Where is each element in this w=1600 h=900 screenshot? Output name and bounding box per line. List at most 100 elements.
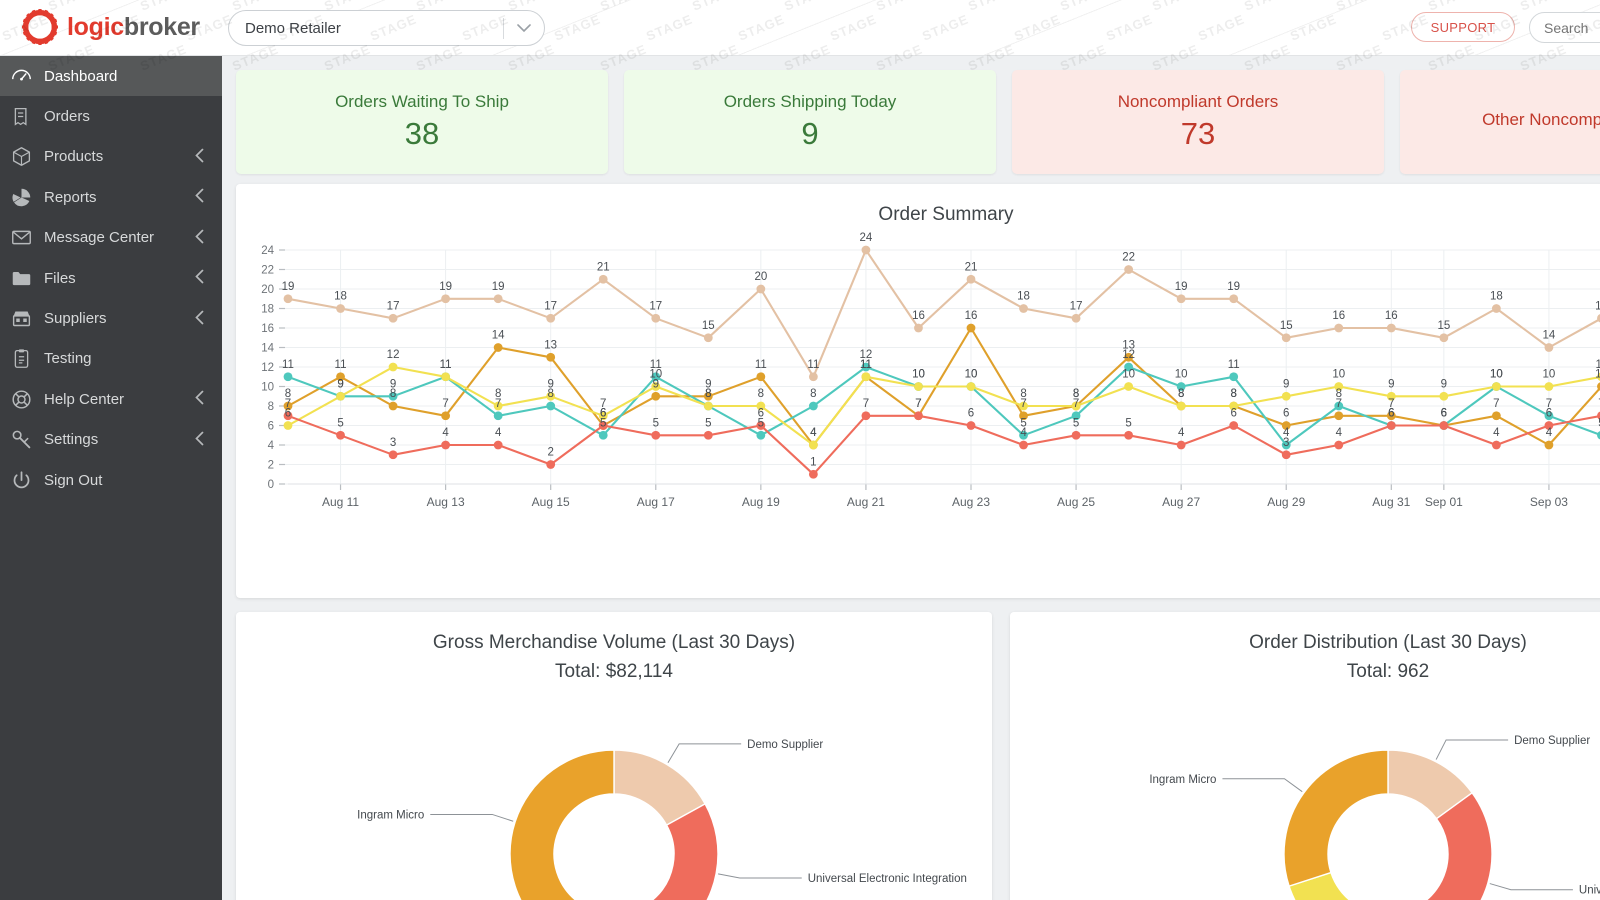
- svg-text:15: 15: [1437, 320, 1450, 332]
- kpi-card[interactable]: Noncompliant Orders 73: [1012, 70, 1384, 174]
- receipt-icon: [11, 107, 39, 127]
- svg-text:5: 5: [653, 417, 659, 429]
- svg-text:8: 8: [1073, 388, 1079, 400]
- order-distribution-title: Order Distribution (Last 30 Days): [1249, 632, 1527, 653]
- svg-text:Sep 01: Sep 01: [1425, 495, 1463, 509]
- kpi-card[interactable]: Other Noncompliant Orders: [1400, 70, 1600, 174]
- order-distribution-panel: Order Distribution (Last 30 Days) Total:…: [1010, 612, 1600, 900]
- svg-text:Aug 13: Aug 13: [427, 495, 465, 509]
- svg-text:9: 9: [1283, 378, 1289, 390]
- svg-text:1: 1: [810, 456, 816, 468]
- sidebar-item-orders[interactable]: Orders: [0, 96, 222, 136]
- svg-text:6: 6: [758, 408, 764, 420]
- kpi-card[interactable]: Orders Shipping Today 9: [624, 70, 996, 174]
- svg-text:8: 8: [495, 388, 501, 400]
- sidebar-item-suppliers[interactable]: Suppliers: [0, 298, 222, 338]
- svg-text:12: 12: [261, 362, 274, 374]
- store-icon: [11, 309, 39, 329]
- stage-watermark-text: STAGE: [598, 0, 649, 14]
- svg-text:Aug 31: Aug 31: [1372, 495, 1410, 509]
- svg-text:9: 9: [1388, 378, 1394, 390]
- sidebar-item-label: Settings: [44, 431, 99, 449]
- svg-text:4: 4: [442, 427, 449, 439]
- chevron-left-icon[interactable]: [195, 229, 204, 246]
- stage-watermark-text: STAGE: [919, 11, 971, 44]
- chevron-left-icon[interactable]: [195, 148, 204, 165]
- svg-text:7: 7: [285, 398, 291, 410]
- svg-text:8: 8: [810, 388, 816, 400]
- donut-slice-label: Ingram Micro: [1149, 774, 1216, 786]
- order-distribution-subtitle: Total: 962: [1346, 661, 1430, 682]
- svg-text:7: 7: [915, 398, 921, 410]
- piechart-icon: [11, 187, 39, 207]
- svg-text:10: 10: [1490, 369, 1503, 381]
- stage-watermark-text: STAGE: [1287, 11, 1339, 44]
- kpi-card[interactable]: Orders Waiting To Ship 38: [236, 70, 608, 174]
- sidebar-item-files[interactable]: Files: [0, 258, 222, 298]
- svg-text:4: 4: [1546, 427, 1553, 439]
- svg-text:4: 4: [1493, 427, 1500, 439]
- sidebar-item-reports[interactable]: Reports: [0, 177, 222, 217]
- chevron-left-icon[interactable]: [195, 390, 204, 408]
- sidebar-item-label: Sign Out: [44, 471, 103, 489]
- stage-watermark-text: STAGE: [643, 11, 695, 44]
- svg-text:6: 6: [268, 421, 274, 433]
- svg-text:14: 14: [492, 330, 505, 342]
- svg-text:19: 19: [1227, 281, 1240, 293]
- svg-text:10: 10: [912, 369, 925, 381]
- donut-slice: [1283, 749, 1389, 888]
- svg-text:5: 5: [705, 417, 711, 429]
- sidebar: Dashboard Orders Products Reports Message Ce…: [0, 56, 222, 900]
- svg-text:22: 22: [261, 265, 274, 277]
- svg-text:6: 6: [1546, 408, 1552, 420]
- svg-text:11: 11: [755, 359, 767, 371]
- svg-text:12: 12: [387, 349, 400, 361]
- svg-text:12: 12: [1122, 349, 1135, 361]
- svg-text:6: 6: [1388, 408, 1394, 420]
- donut-slice-label: Ingram Micro: [357, 809, 424, 821]
- svg-text:11: 11: [1595, 359, 1600, 371]
- stage-watermark-text: STAGE: [827, 11, 879, 44]
- svg-text:4: 4: [810, 427, 817, 439]
- svg-text:Aug 27: Aug 27: [1162, 495, 1200, 509]
- svg-text:8: 8: [1336, 388, 1342, 400]
- svg-text:17: 17: [1595, 300, 1600, 312]
- svg-text:24: 24: [860, 232, 873, 244]
- svg-text:20: 20: [261, 284, 274, 296]
- svg-text:17: 17: [649, 300, 662, 312]
- envelope-icon: [11, 228, 39, 248]
- sidebar-item-label: Testing: [44, 350, 92, 368]
- sidebar-item-sign-out[interactable]: Sign Out: [0, 460, 222, 500]
- sidebar-item-message-center[interactable]: Message Center: [0, 218, 222, 258]
- chevron-left-icon[interactable]: [195, 310, 204, 327]
- svg-text:21: 21: [965, 261, 978, 273]
- svg-text:0: 0: [268, 479, 274, 491]
- svg-text:10: 10: [1122, 369, 1135, 381]
- sidebar-item-dashboard[interactable]: Dashboard: [0, 56, 222, 97]
- sidebar-item-help-center[interactable]: Help Center: [0, 379, 222, 419]
- svg-text:10: 10: [261, 382, 274, 394]
- svg-text:10: 10: [649, 369, 662, 381]
- svg-text:Aug 29: Aug 29: [1267, 495, 1305, 509]
- chevron-left-icon[interactable]: [195, 189, 204, 206]
- svg-text:17: 17: [544, 300, 557, 312]
- sidebar-item-products[interactable]: Products: [0, 137, 222, 177]
- svg-text:16: 16: [965, 310, 978, 322]
- chevron-left-icon[interactable]: [195, 269, 204, 287]
- svg-text:Aug 21: Aug 21: [847, 495, 885, 509]
- svg-text:9: 9: [547, 378, 553, 390]
- stage-watermark-text: STAGE: [782, 0, 833, 14]
- svg-text:5: 5: [1125, 417, 1131, 429]
- svg-text:11: 11: [335, 359, 347, 371]
- sidebar-item-testing[interactable]: Testing: [0, 339, 222, 379]
- svg-text:15: 15: [1280, 320, 1293, 332]
- svg-text:18: 18: [334, 291, 347, 303]
- sidebar-item-label: Message Center: [44, 229, 155, 247]
- stage-watermark-text: STAGE: [966, 0, 1017, 14]
- kpi-value: 9: [801, 116, 819, 151]
- kpi-value: 73: [1180, 116, 1216, 151]
- sidebar-item-settings[interactable]: Settings: [0, 420, 222, 460]
- svg-text:10: 10: [1543, 369, 1556, 381]
- kpi-row: Orders Waiting To Ship 38 Orders Shipping …: [236, 70, 1600, 174]
- chevron-left-icon[interactable]: [195, 431, 204, 448]
